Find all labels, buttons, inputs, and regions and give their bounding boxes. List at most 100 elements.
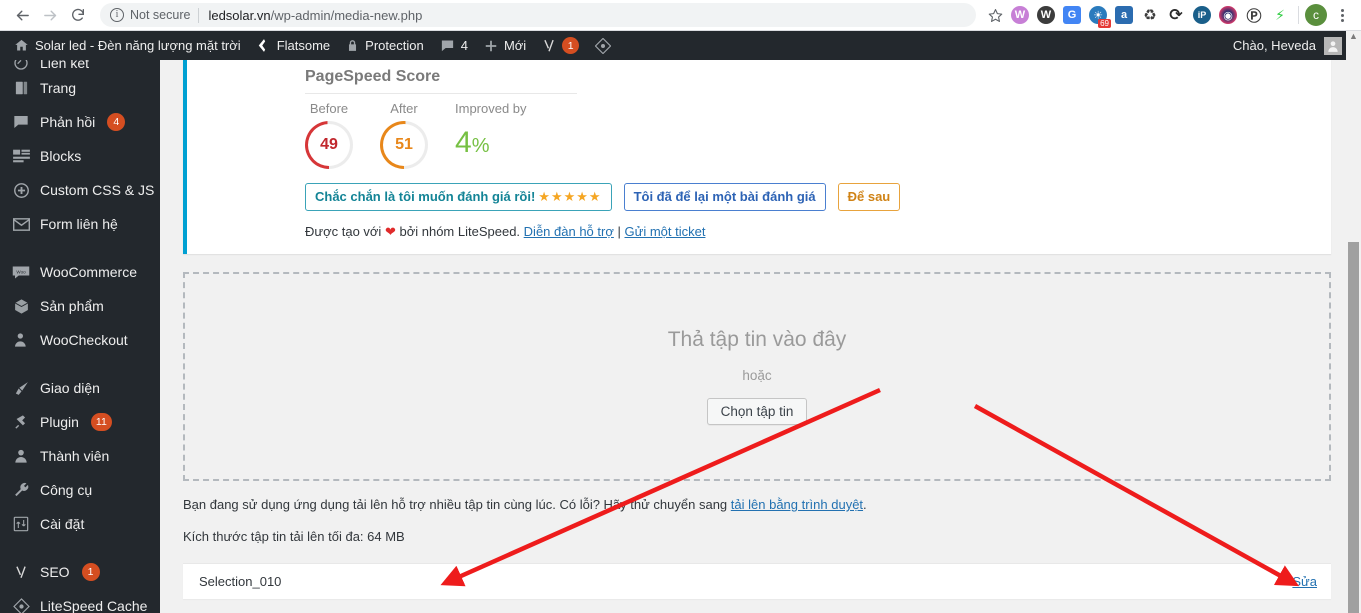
- litespeed-diamond-icon: [595, 37, 612, 54]
- security-status-label: Not secure: [130, 8, 191, 22]
- adminbar-yoast-seo[interactable]: 1: [534, 31, 587, 60]
- adminbar-account-area[interactable]: Chào, Heveda: [1233, 36, 1346, 55]
- adminbar-litespeed[interactable]: [587, 31, 619, 60]
- adminbar-protection[interactable]: Protection: [338, 31, 432, 60]
- sidebar-item-form-lien-he[interactable]: Form liên hệ: [0, 207, 160, 241]
- amazon-assistant-extension-icon[interactable]: a: [1112, 3, 1136, 27]
- reload-icon[interactable]: [64, 1, 92, 29]
- url-text: ledsolar.vn/wp-admin/media-new.php: [208, 8, 422, 23]
- adminbar-protection-label: Protection: [365, 38, 424, 53]
- wordpress-purple-extension-icon[interactable]: W: [1008, 3, 1032, 27]
- adminbar-site-name[interactable]: Solar led - Đèn năng lượng mặt trời: [6, 31, 249, 60]
- later-button[interactable]: Để sau: [837, 183, 901, 211]
- pinterest-extension-icon[interactable]: Ⓟ: [1242, 3, 1266, 27]
- score-improved-value: 4: [455, 126, 472, 159]
- sidebar-item-woocheckout[interactable]: WooCheckout: [0, 323, 160, 357]
- sidebar-label-san-pham: Sản phẩm: [40, 298, 104, 314]
- sidebar-item-custom-css-js[interactable]: Custom CSS & JS: [0, 173, 160, 207]
- sidebar-item-cong-cu[interactable]: Công cụ: [0, 473, 160, 507]
- sidebar-item-giao-dien[interactable]: Giao diện: [0, 371, 160, 405]
- comment-bubble-icon: [440, 38, 455, 53]
- envelope-icon: [11, 217, 31, 231]
- adminbar-flatsome-label: Flatsome: [276, 38, 331, 53]
- footer-prefix: Được tạo với: [305, 224, 382, 239]
- sidebar-item-litespeed-cache[interactable]: LiteSpeed Cache: [0, 589, 160, 613]
- score-before-label: Before: [309, 101, 349, 116]
- extensions-bar: W W G ☀ 69 a ♻ ⟳ iP ◉ Ⓟ ⚡: [1008, 3, 1292, 28]
- url-path: /wp-admin/media-new.php: [270, 7, 423, 23]
- camera-extension-icon[interactable]: ◉: [1216, 3, 1240, 27]
- adminbar-yoast-badge: 1: [562, 37, 580, 54]
- address-bar[interactable]: i Not secure ledsolar.vn/wp-admin/media-…: [100, 3, 976, 27]
- score-improved: Improved by 4%: [455, 101, 527, 168]
- sidebar-label-woocommerce: WooCommerce: [40, 264, 137, 280]
- adminbar-comments[interactable]: 4: [432, 31, 476, 60]
- score-before: Before 49: [305, 101, 353, 169]
- toolbar-divider: [1298, 6, 1299, 24]
- wordpress-home-icon: [14, 38, 29, 53]
- uploader-note-suffix: .: [863, 497, 867, 512]
- back-arrow-icon[interactable]: [8, 1, 36, 29]
- extension-badge: 69: [1098, 19, 1111, 28]
- lightning-extension-icon[interactable]: ⚡: [1268, 3, 1292, 27]
- scrollbar-up-arrow[interactable]: ▲: [1346, 31, 1361, 60]
- comment-icon: [11, 114, 31, 130]
- info-circle-icon[interactable]: i: [110, 8, 124, 22]
- score-improved-unit: %: [471, 135, 490, 157]
- browser-uploader-link[interactable]: tải lên bằng trình duyệt: [731, 497, 863, 512]
- page-scrollbar[interactable]: [1346, 60, 1361, 613]
- sidebar-label-cai-dat: Cài đặt: [40, 516, 85, 532]
- sidebar-item-thanh-vien[interactable]: Thành viên: [0, 439, 160, 473]
- sidebar-label-trang: Trang: [40, 80, 77, 96]
- footer-middle: bởi nhóm LiteSpeed.: [399, 224, 521, 239]
- adminbar-new[interactable]: Mới: [476, 31, 534, 60]
- globe-extension-icon[interactable]: ☀ 69: [1086, 3, 1111, 28]
- pagespeed-score-title: PageSpeed Score: [305, 68, 577, 94]
- plus-icon: [484, 39, 498, 53]
- star-icon[interactable]: [982, 2, 1008, 28]
- profile-avatar[interactable]: c: [1305, 4, 1327, 26]
- select-files-button[interactable]: Chọn tập tin: [706, 398, 808, 425]
- litespeed-notice-body: PageSpeed Score Before 49 After 51 Impro…: [201, 68, 1317, 240]
- adminbar-flatsome[interactable]: Flatsome: [249, 31, 338, 60]
- upload-dropzone[interactable]: Thả tập tin vào đây hoặc Chọn tập tin: [183, 272, 1331, 481]
- yoast-icon: [542, 38, 556, 54]
- recycle-extension-icon[interactable]: ♻: [1138, 3, 1162, 27]
- sidebar-item-phan-hoi[interactable]: Phản hồi 4: [0, 105, 160, 139]
- edit-file-link[interactable]: Sửa: [1292, 574, 1317, 589]
- user-checkout-icon: [11, 332, 31, 348]
- forward-arrow-icon: [36, 1, 64, 29]
- rate-now-button[interactable]: Chắc chắn là tôi muốn đánh giá rồi! ★★★★★: [305, 183, 612, 211]
- sidebar-label-giao-dien: Giao diện: [40, 380, 100, 396]
- uploader-note: Bạn đang sử dụng ứng dụng tải lên hỗ trợ…: [183, 497, 1336, 512]
- sidebar-item-lien-ket[interactable]: Liên kết: [0, 60, 160, 71]
- sync-extension-icon[interactable]: ⟳: [1164, 3, 1188, 27]
- lock-icon: [346, 38, 359, 53]
- scrollbar-thumb[interactable]: [1348, 242, 1359, 613]
- submit-ticket-link[interactable]: Gửi một ticket: [625, 224, 706, 239]
- uploaded-file-row: Selection_010 Sửa: [183, 563, 1331, 599]
- score-improved-label: Improved by: [455, 101, 527, 116]
- support-forum-link[interactable]: Diễn đàn hỗ trợ: [524, 224, 614, 239]
- sidebar-item-san-pham[interactable]: Sản phẩm: [0, 289, 160, 323]
- user-icon: [11, 448, 31, 464]
- wordpress-extension-icon[interactable]: W: [1034, 3, 1058, 27]
- omnibox-divider: [198, 7, 200, 23]
- user-avatar-icon[interactable]: [1324, 36, 1342, 55]
- rate-now-label: Chắc chắn là tôi muốn đánh giá rồi!: [315, 189, 536, 204]
- sidebar-item-trang[interactable]: Trang: [0, 71, 160, 105]
- sidebar-badge-seo: 1: [81, 563, 100, 581]
- ip-extension-icon[interactable]: iP: [1190, 3, 1214, 27]
- sidebar-label-litespeed-cache: LiteSpeed Cache: [40, 598, 148, 613]
- sidebar-item-woocommerce[interactable]: Woo WooCommerce: [0, 255, 160, 289]
- google-translate-extension-icon[interactable]: G: [1060, 3, 1084, 27]
- sidebar-item-seo[interactable]: SEO 1: [0, 555, 160, 589]
- sidebar-item-cai-dat[interactable]: Cài đặt: [0, 507, 160, 541]
- sidebar-item-blocks[interactable]: Blocks: [0, 139, 160, 173]
- sidebar-item-plugin[interactable]: Plugin 11: [0, 405, 160, 439]
- three-dots-menu-icon[interactable]: [1331, 8, 1353, 22]
- already-rated-button[interactable]: Tôi đã để lại một bài đánh giá: [623, 183, 826, 211]
- adminbar-new-label: Mới: [503, 38, 527, 53]
- heart-icon: ❤: [384, 224, 396, 239]
- main-content: PageSpeed Score Before 49 After 51 Impro…: [160, 60, 1361, 613]
